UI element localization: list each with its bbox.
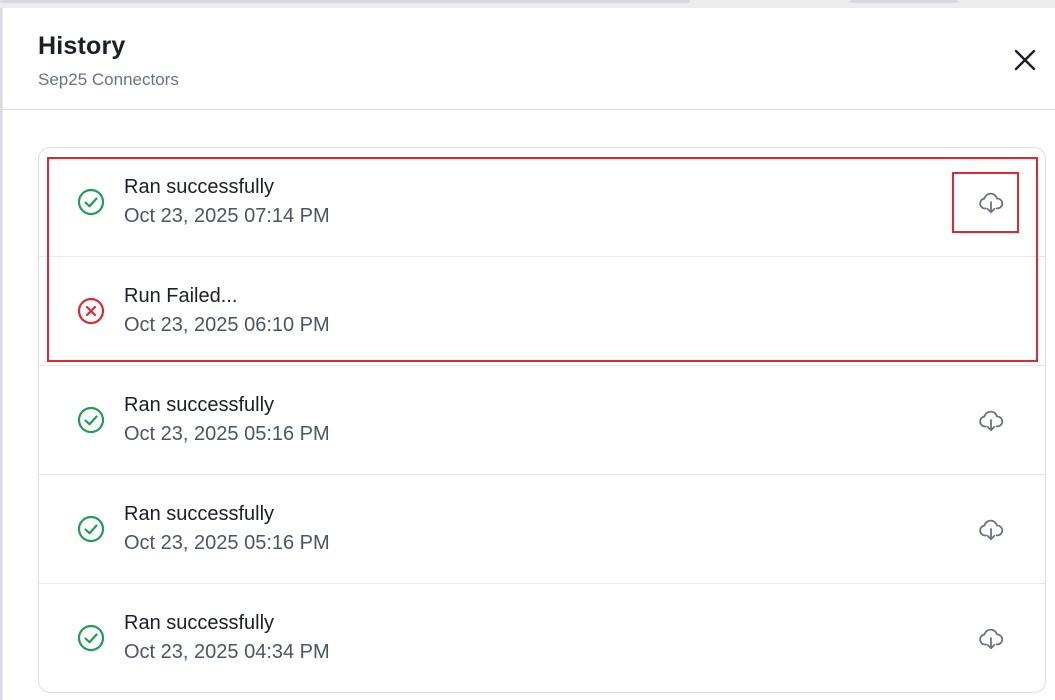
background-element <box>850 0 958 3</box>
download-button[interactable] <box>977 516 1005 544</box>
check-circle-icon <box>77 406 105 434</box>
history-status-label: Ran successfully <box>124 394 275 416</box>
history-timestamp: Oct 23, 2025 07:14 PM <box>124 205 330 227</box>
panel-header: History Sep25 Connectors <box>3 8 1055 110</box>
history-row: Ran successfully Oct 23, 2025 07:14 PM <box>39 148 1045 257</box>
history-timestamp: Oct 23, 2025 05:16 PM <box>124 423 330 445</box>
panel-subtitle: Sep25 Connectors <box>38 70 179 89</box>
close-button[interactable] <box>1009 44 1041 76</box>
history-status-label: Ran successfully <box>124 176 275 198</box>
check-circle-icon <box>77 188 105 216</box>
download-button[interactable] <box>977 625 1005 653</box>
history-row: Ran successfully Oct 23, 2025 04:34 PM <box>39 584 1045 692</box>
panel-title: History <box>38 32 126 60</box>
background-element <box>0 0 690 3</box>
history-panel: History Sep25 Connectors Ran successfull… <box>2 8 1055 700</box>
history-status-label: Run Failed... <box>124 285 238 307</box>
cloud-download-icon <box>979 628 1004 650</box>
history-timestamp: Oct 23, 2025 04:34 PM <box>124 641 330 663</box>
history-status-label: Ran successfully <box>124 503 275 525</box>
history-list: Ran successfully Oct 23, 2025 07:14 PM R… <box>38 147 1046 693</box>
cloud-download-icon <box>979 192 1004 214</box>
check-circle-icon <box>77 624 105 652</box>
cloud-download-icon <box>979 410 1004 432</box>
cloud-download-icon <box>979 519 1004 541</box>
x-circle-icon <box>77 297 105 325</box>
history-row: Ran successfully Oct 23, 2025 05:16 PM <box>39 475 1045 584</box>
background-page-strip <box>0 0 1055 8</box>
close-icon <box>1014 49 1036 71</box>
download-button[interactable] <box>977 189 1005 217</box>
history-timestamp: Oct 23, 2025 05:16 PM <box>124 532 330 554</box>
history-row: Run Failed... Oct 23, 2025 06:10 PM <box>39 257 1045 366</box>
check-circle-icon <box>77 515 105 543</box>
download-button[interactable] <box>977 407 1005 435</box>
history-timestamp: Oct 23, 2025 06:10 PM <box>124 314 330 336</box>
history-status-label: Ran successfully <box>124 612 275 634</box>
history-row: Ran successfully Oct 23, 2025 05:16 PM <box>39 366 1045 475</box>
